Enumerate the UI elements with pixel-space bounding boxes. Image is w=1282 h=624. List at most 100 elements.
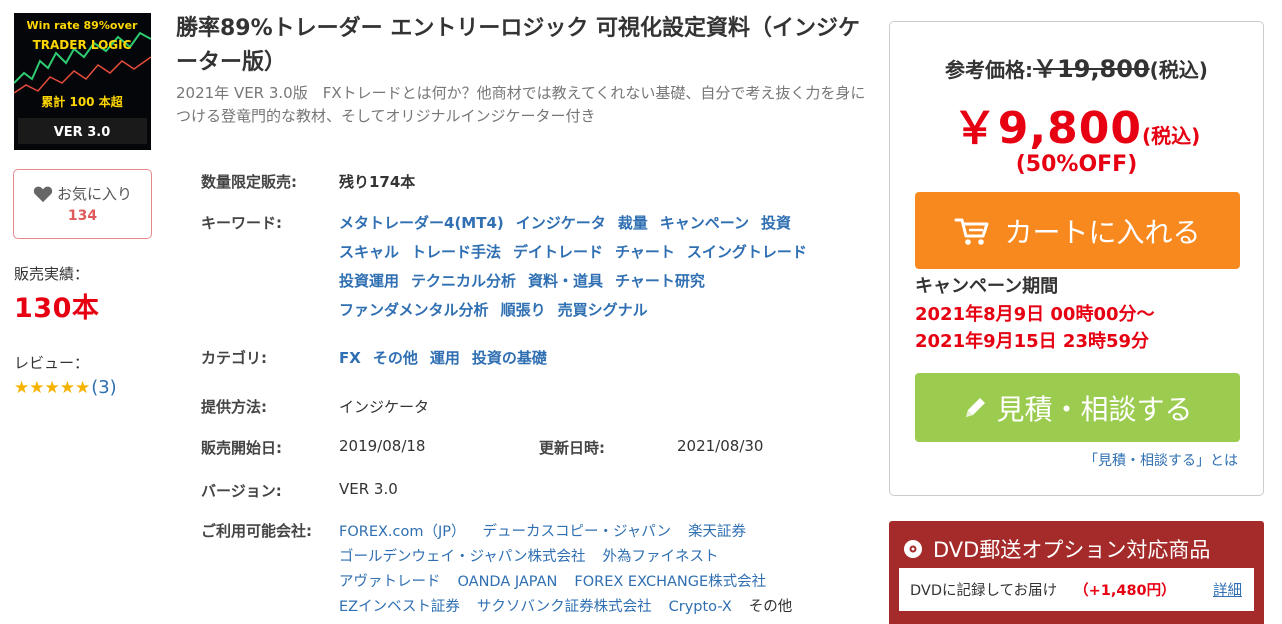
company-link[interactable]: EZインベスト証券 [339,599,460,615]
category-list: FX その他 運用 投資の基礎 [339,347,559,368]
star-rating-icon: ★★★★★ [14,377,91,398]
limited-label: 数量限定販売: [201,173,297,191]
company-link[interactable]: Crypto-X [669,599,732,615]
favorite-button[interactable]: お気に入り 134 [13,169,152,239]
keyword-link[interactable]: 裁量 [618,214,648,232]
keyword-link[interactable]: キャンペーン [660,214,749,232]
keyword-line-3: 投資運用 テクニカル分析 資料・道具 チャート研究 [339,270,717,291]
price-box: 参考価格:￥19,800(税込) ￥9,800(税込) (50%OFF) カート… [889,21,1264,496]
keyword-line-1: メタトレーダー4(MT4) インジケータ 裁量 キャンペーン 投資 [339,212,803,233]
discount-badge: (50%OFF) [1015,152,1138,177]
company-link[interactable]: FOREX.com（JP） [339,524,466,540]
dvd-option-box: DVD郵送オプション対応商品 DVDに記録してお届け （+1,480円） 詳細 [889,521,1264,624]
keyword-link[interactable]: ファンダメンタル分析 [339,301,489,319]
product-description: 2021年 VER 3.0版 FXトレードとは何か？他商材では教えてくれない基礎… [176,84,866,125]
company-line-1: FOREX.com（JP） デューカスコピー・ジャパン 楽天証券 [339,520,763,541]
dvd-option-title: DVD郵送オプション対応商品 [933,538,1211,562]
version-label: バージョン: [201,482,282,500]
disc-icon [904,540,922,558]
updated-value: 2021/08/30 [677,437,764,455]
sale-price: ￥9,800(税込) [890,92,1263,156]
category-link[interactable]: FX [339,349,361,367]
sales-value: 130本 [14,293,100,324]
keyword-link[interactable]: トレード手法 [411,243,501,261]
review-count-link[interactable]: (3) [91,377,117,398]
company-link[interactable]: デューカスコピー・ジャパン [483,524,672,540]
favorite-label: お気に入り [56,185,132,203]
favorite-count: 134 [67,208,98,224]
limited-value: 残り174本 [339,173,416,191]
start-date-value: 2019/08/18 [339,437,426,455]
dvd-option-header: DVD郵送オプション対応商品 [903,534,1210,564]
sale-price-value: ￥9,800 [952,103,1142,154]
sales-label: 販売実績： [14,265,90,283]
company-line-2: ゴールデンウェイ・ジャパン株式会社 外為ファイネスト [339,545,736,566]
company-line-4: EZインベスト証券 サクソバンク証券株式会社 Crypto-X その他 [339,595,792,616]
keyword-link[interactable]: インジケータ [516,214,606,232]
start-date-label: 販売開始日: [201,439,282,457]
method-label: 提供方法: [201,398,267,416]
add-to-cart-button[interactable]: カートに入れる [915,192,1240,269]
keyword-line-2: スキャル トレード手法 デイトレード チャート スイングトレード [339,241,819,262]
product-title: 勝率89%トレーダー エントリーロジック 可視化設定資料（インジケーター版） [176,16,860,75]
pencil-icon [966,397,986,417]
ref-price-label: 参考価格: [945,58,1034,82]
product-thumbnail[interactable]: Win rate 89%over TRADER LOGIC 累計 100 本超 … [14,13,151,150]
category-link[interactable]: その他 [373,349,418,367]
keyword-label: キーワード: [201,214,282,232]
keyword-link[interactable]: チャート [615,243,675,261]
keyword-link[interactable]: 投資運用 [339,272,399,290]
companies-label: ご利用可能会社: [201,522,312,540]
cart-button-label: カートに入れる [1004,215,1201,249]
company-link[interactable]: サクソバンク証券株式会社 [477,599,652,615]
dvd-option-detail: DVDに記録してお届け （+1,480円） 詳細 [899,568,1254,611]
category-link[interactable]: 運用 [430,349,460,367]
ref-price-value: ￥19,800 [1033,55,1150,83]
campaign-start: 2021年8月9日 00時00分～ [915,304,1155,325]
keyword-link[interactable]: テクニカル分析 [411,272,516,290]
keyword-link[interactable]: 売買シグナル [558,301,648,319]
keyword-link[interactable]: 投資 [761,214,791,232]
ref-price-tax: (税込) [1149,58,1208,82]
cart-icon [954,218,989,245]
company-link[interactable]: ゴールデンウェイ・ジャパン株式会社 [339,549,586,565]
heart-icon [33,186,53,202]
company-link[interactable]: 楽天証券 [688,524,746,540]
sale-price-tax: (税込) [1141,124,1201,148]
reference-price: 参考価格:￥19,800(税込) [890,49,1263,84]
quote-consult-button[interactable]: 見積・相談する [915,373,1240,442]
thumb-text-2: TRADER LOGIC [33,38,132,52]
dvd-option-text: DVDに記録してお届け [910,583,1058,599]
keyword-link[interactable]: スキャル [339,243,399,261]
keyword-link[interactable]: デイトレード [513,243,603,261]
company-line-3: アヴァトレード OANDA JAPAN FOREX EXCHANGE株式会社 [339,570,783,591]
keyword-link[interactable]: スイングトレード [687,243,807,261]
company-link[interactable]: アヴァトレード [339,574,441,590]
thumb-text-3: 累計 100 本超 [41,94,123,109]
keyword-link[interactable]: 順張り [501,301,546,319]
review-label: レビュー： [14,354,90,372]
company-link[interactable]: 外為ファイネスト [603,549,719,565]
company-link[interactable]: FOREX EXCHANGE株式会社 [574,574,766,590]
category-label: カテゴリ: [201,349,267,367]
updated-label: 更新日時: [539,439,605,457]
keyword-line-4: ファンダメンタル分析 順張り 売買シグナル [339,299,660,320]
thumbnail-image: Win rate 89%over TRADER LOGIC 累計 100 本超 … [14,13,151,150]
keyword-link[interactable]: メタトレーダー4(MT4) [339,214,504,232]
dvd-detail-link[interactable]: 詳細 [1213,579,1242,600]
thumb-text-1: Win rate 89%over [27,19,138,32]
dvd-option-fee: （+1,480円） [1074,583,1176,599]
campaign-end: 2021年9月15日 23時59分 [915,331,1150,352]
version-value: VER 3.0 [339,480,398,498]
review-rating[interactable]: ★★★★★ (3) [14,377,117,398]
quote-help-link[interactable]: 「見積・相談する」とは [1084,450,1238,470]
thumb-text-4: VER 3.0 [54,125,111,140]
category-link[interactable]: 投資の基礎 [472,349,547,367]
campaign-title: キャンペーン期間 [915,276,1059,297]
method-value: インジケータ [339,398,430,416]
keyword-link[interactable]: チャート研究 [615,272,705,290]
quote-button-label: 見積・相談する [996,392,1193,426]
company-other: その他 [748,599,793,615]
company-link[interactable]: OANDA JAPAN [458,574,558,590]
keyword-link[interactable]: 資料・道具 [528,272,603,290]
